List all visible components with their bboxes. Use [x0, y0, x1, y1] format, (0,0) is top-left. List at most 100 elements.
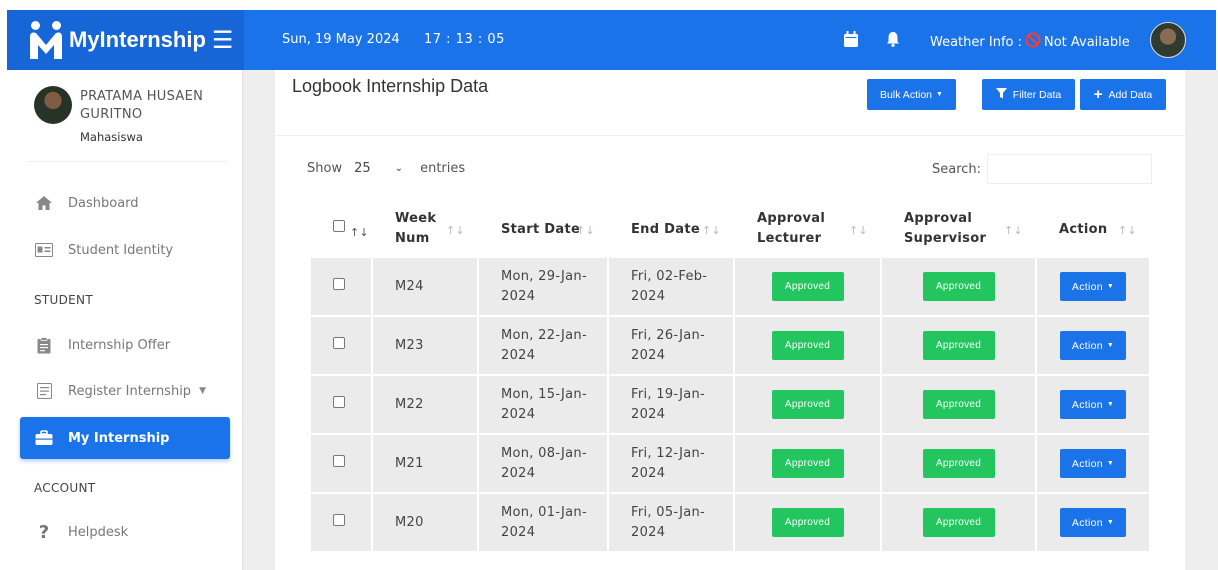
- caret-down-icon: ▼: [1106, 459, 1115, 467]
- divider: [275, 135, 1185, 136]
- sidebar-item-label: Student Identity: [68, 242, 174, 258]
- calendar-icon[interactable]: [844, 31, 858, 51]
- bulk-action-label: Bulk Action: [880, 88, 932, 101]
- action-cell: Action ▼: [1037, 258, 1149, 315]
- profile-role: Mahasiswa: [80, 130, 143, 144]
- id-card-icon: [34, 240, 54, 260]
- column-header-week-num[interactable]: Week Num ↑↓: [373, 200, 477, 258]
- row-action-button[interactable]: Action ▼: [1060, 390, 1126, 419]
- row-checkbox[interactable]: [333, 454, 345, 467]
- sidebar: PRATAMA HUSAEN GURITNO Mahasiswa Dashboa…: [7, 70, 243, 570]
- action-label: Action: [1071, 280, 1103, 293]
- start-date-cell: Mon, 29-Jan-2024: [479, 258, 607, 315]
- lecturer-approval-cell: Approved: [735, 376, 880, 433]
- row-action-button[interactable]: Action ▼: [1060, 331, 1126, 360]
- row-checkbox[interactable]: [333, 336, 345, 349]
- row-select-cell: [311, 435, 371, 492]
- sidebar-item-register-internship[interactable]: Register Internship ▼: [20, 371, 230, 411]
- entries-select[interactable]: 25 ⌄: [346, 161, 416, 176]
- start-date-cell: Mon, 15-Jan-2024: [479, 376, 607, 433]
- column-header-approval-supervisor[interactable]: Approval Supervisor ↑↓: [882, 200, 1035, 258]
- supervisor-approval-cell: Approved: [882, 317, 1035, 374]
- start-date-cell: Mon, 08-Jan-2024: [479, 435, 607, 492]
- search-input[interactable]: [987, 154, 1152, 184]
- brand-name: MyInternship: [69, 27, 206, 52]
- entries-control: Show 25 ⌄ entries: [307, 161, 465, 176]
- sidebar-item-dashboard[interactable]: Dashboard: [20, 183, 230, 223]
- caret-down-icon: ▼: [1106, 282, 1115, 290]
- question-icon: ?: [38, 521, 50, 543]
- week-cell: M22: [373, 376, 477, 433]
- status-badge: Approved: [771, 390, 844, 419]
- week-cell: M23: [373, 317, 477, 374]
- table-row: M23 Mon, 22-Jan-2024 Fri, 26-Jan-2024 Ap…: [311, 317, 1149, 374]
- clipboard-icon: [34, 335, 54, 355]
- row-select-cell: [311, 317, 371, 374]
- row-select-cell: [311, 376, 371, 433]
- lecturer-approval-cell: Approved: [735, 435, 880, 492]
- select-all-header[interactable]: ↑↓: [311, 200, 371, 258]
- user-avatar[interactable]: [1150, 22, 1186, 58]
- action-cell: Action ▼: [1037, 435, 1149, 492]
- column-header-approval-lecturer[interactable]: Approval Lecturer ↑↓: [735, 200, 880, 258]
- caret-down-icon: ▼: [1106, 518, 1115, 526]
- end-date-cell: Fri, 19-Jan-2024: [609, 376, 733, 433]
- sort-icon: ↑↓: [848, 224, 868, 237]
- sort-icon: ↑↓: [1003, 224, 1023, 237]
- row-action-button[interactable]: Action ▼: [1060, 508, 1126, 537]
- lecturer-approval-cell: Approved: [735, 317, 880, 374]
- current-date: Sun, 19 May 2024: [282, 32, 400, 47]
- caret-down-icon: ▼: [199, 386, 206, 396]
- column-label: Start Date: [501, 221, 581, 237]
- end-date-cell: Fri, 05-Jan-2024: [609, 494, 733, 551]
- menu-toggle-icon[interactable]: ☰: [212, 28, 234, 52]
- home-icon: [34, 193, 54, 213]
- supervisor-approval-cell: Approved: [882, 376, 1035, 433]
- row-checkbox[interactable]: [333, 513, 345, 526]
- column-header-end-date[interactable]: End Date ↑↓: [609, 200, 733, 258]
- sidebar-item-internship-offer[interactable]: Internship Offer: [20, 325, 230, 365]
- row-action-button[interactable]: Action ▼: [1060, 449, 1126, 478]
- add-data-label: Add Data: [1108, 88, 1153, 101]
- supervisor-approval-cell: Approved: [882, 435, 1035, 492]
- sidebar-item-student-identity[interactable]: Student Identity: [20, 230, 230, 270]
- caret-down-icon: ▼: [936, 91, 943, 98]
- status-badge: Approved: [922, 331, 995, 360]
- filter-data-button[interactable]: Filter Data: [982, 79, 1075, 110]
- week-cell: M20: [373, 494, 477, 551]
- section-account: ACCOUNT: [34, 481, 96, 495]
- row-action-button[interactable]: Action ▼: [1060, 272, 1126, 301]
- sidebar-item-label: My Internship: [68, 430, 170, 446]
- row-checkbox[interactable]: [333, 395, 345, 408]
- column-label: End Date: [631, 221, 700, 237]
- select-all-checkbox[interactable]: [333, 219, 345, 232]
- status-badge: Approved: [771, 449, 844, 478]
- status-badge: Approved: [771, 272, 844, 301]
- status-badge: Approved: [771, 331, 844, 360]
- row-checkbox[interactable]: [333, 277, 345, 290]
- action-cell: Action ▼: [1037, 317, 1149, 374]
- action-label: Action: [1071, 339, 1103, 352]
- brand[interactable]: MyInternship ☰: [7, 10, 244, 70]
- table-header-row: ↑↓ Week Num ↑↓ Start Date ↑↓ End Date ↑↓…: [311, 200, 1149, 258]
- status-badge: Approved: [922, 272, 995, 301]
- table-row: M24 Mon, 29-Jan-2024 Fri, 02-Feb-2024 Ap…: [311, 258, 1149, 315]
- bulk-action-button[interactable]: Bulk Action ▼: [867, 79, 956, 110]
- column-header-start-date[interactable]: Start Date ↑↓: [479, 200, 607, 258]
- search-label: Search:: [932, 162, 982, 177]
- weather-label: Weather Info :: [930, 34, 1022, 50]
- profile-name: PRATAMA HUSAEN GURITNO: [80, 89, 204, 122]
- action-label: Action: [1071, 457, 1103, 470]
- sidebar-item-helpdesk[interactable]: ? Helpdesk: [20, 512, 230, 552]
- status-badge: Approved: [922, 390, 995, 419]
- bell-icon[interactable]: [886, 31, 900, 51]
- sidebar-item-my-internship[interactable]: My Internship: [20, 417, 230, 459]
- no-entry-icon: [1025, 32, 1041, 52]
- sort-icon: ↑↓: [701, 224, 721, 237]
- chevron-down-icon: ⌄: [394, 163, 404, 174]
- entries-label: entries: [420, 161, 466, 176]
- sort-icon: ↑↓: [575, 224, 595, 237]
- column-header-action[interactable]: Action ↑↓: [1037, 200, 1149, 258]
- briefcase-icon: [34, 428, 54, 448]
- add-data-button[interactable]: + Add Data: [1080, 79, 1166, 110]
